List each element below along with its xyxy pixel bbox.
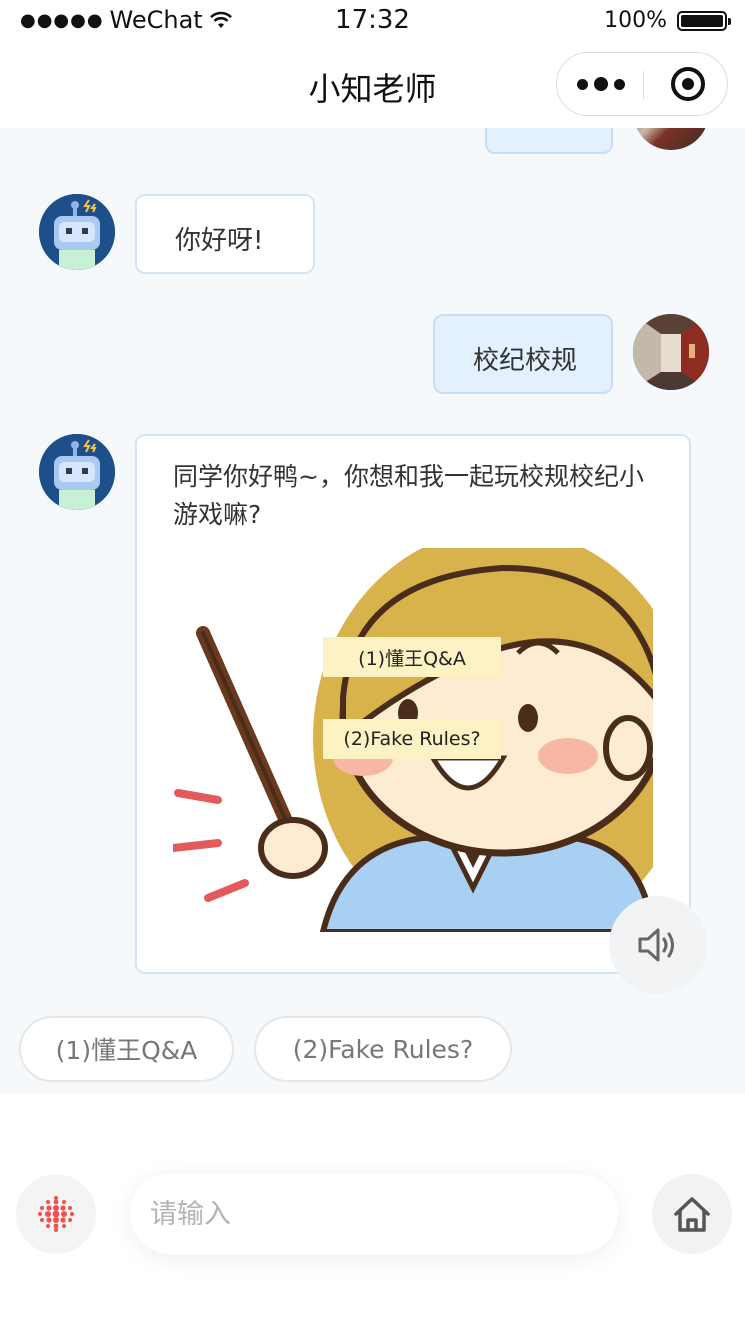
- quick-reply-button-2[interactable]: (2)Fake Rules?: [254, 1016, 512, 1082]
- bot-avatar: [39, 194, 115, 270]
- bot-message-text: 同学你好鸭~，你想和我一起玩校规校纪小游戏嘛?: [173, 462, 644, 529]
- target-circle-icon[interactable]: [671, 67, 705, 101]
- home-icon: [674, 1197, 710, 1232]
- user-avatar: [633, 314, 709, 390]
- speaker-icon: [638, 928, 674, 962]
- bot-message: 你好呀!: [135, 194, 315, 274]
- input-bar: [0, 1094, 745, 1333]
- quick-reply-button-1[interactable]: (1)懂王Q&A: [19, 1016, 234, 1082]
- bot-avatar: [39, 434, 115, 510]
- bot-message-text: 你好呀!: [175, 226, 264, 256]
- status-bar: ●●●●● WeChat 17:32 100%: [0, 0, 745, 42]
- mini-program-capsule: [556, 52, 728, 116]
- battery-icon: [677, 10, 731, 31]
- voice-dots-icon: [38, 1196, 74, 1232]
- user-avatar: [633, 128, 709, 150]
- alley-photo: [633, 314, 709, 390]
- speaker-button[interactable]: [609, 896, 707, 994]
- more-dots-icon[interactable]: [577, 67, 625, 101]
- image-option-button-1[interactable]: (1)懂王Q&A: [323, 637, 501, 677]
- chat-area[interactable]: 你好呀! 校纪校规 同学你好鸭~，你想和我一起玩校规校纪小游戏嘛? (1)懂王Q…: [0, 128, 745, 1094]
- previous-user-bubble: [485, 128, 613, 154]
- message-input[interactable]: [130, 1174, 618, 1254]
- voice-input-button[interactable]: [16, 1174, 96, 1254]
- home-button[interactable]: [652, 1174, 732, 1254]
- robot-icon: [39, 434, 115, 510]
- status-right: 100%: [604, 8, 731, 33]
- battery-percent: 100%: [604, 8, 667, 33]
- nav-bar: 小知老师: [0, 42, 745, 128]
- capsule-divider: [643, 71, 644, 99]
- bot-message-with-image: 同学你好鸭~，你想和我一起玩校规校纪小游戏嘛? (1)懂王Q&A (2)Fake…: [135, 434, 691, 974]
- user-message: 校纪校规: [433, 314, 613, 394]
- robot-icon: [39, 194, 115, 270]
- teacher-illustration: (1)懂王Q&A (2)Fake Rules?: [173, 548, 653, 932]
- user-message-text: 校纪校规: [473, 346, 578, 376]
- image-option-button-2[interactable]: (2)Fake Rules?: [323, 719, 501, 759]
